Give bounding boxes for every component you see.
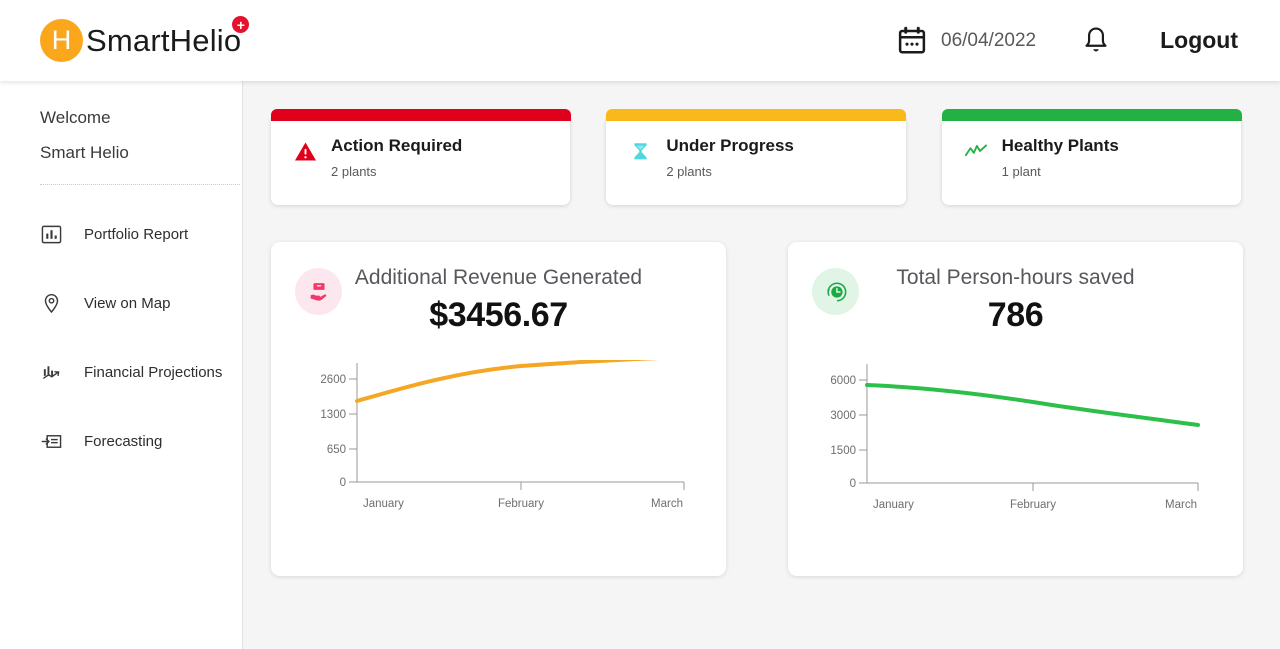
metric-title: Additional Revenue Generated (354, 266, 643, 289)
sidebar-divider (40, 184, 240, 185)
chart-series-line (355, 355, 686, 403)
bell-icon[interactable] (1082, 26, 1110, 56)
sidebar-item-portfolio-report[interactable]: Portfolio Report (0, 211, 242, 257)
y-tick-label: 0 (850, 478, 856, 490)
x-tick-label: March (651, 498, 683, 510)
revenue-line-chart: 2600 1300 650 0 January February March (271, 355, 726, 540)
bar-chart-icon (40, 223, 62, 245)
trend-line-icon (964, 139, 988, 163)
y-tick-label: 650 (327, 444, 346, 456)
x-tick-label: January (363, 498, 404, 510)
current-date: 06/04/2022 (941, 29, 1037, 51)
sidebar-item-label: Forecasting (84, 432, 163, 450)
sidebar-item-financial-projections[interactable]: Financial Projections (0, 349, 242, 395)
status-accent-bar (941, 109, 1242, 121)
sidebar-item-label: View on Map (84, 294, 171, 312)
date-display[interactable]: 06/04/2022 (897, 26, 1036, 56)
app-header: H SmartHelio + 06/04/2022 Logout (0, 0, 1280, 81)
brand-name: SmartHelio (86, 22, 242, 58)
y-tick-label: 1500 (830, 445, 856, 457)
metric-value: 786 (987, 296, 1044, 334)
status-card-healthy-plants[interactable]: Healthy Plants 1 plant (941, 109, 1242, 205)
metric-card-person-hours-saved: Total Person-hours saved 786 6000 3000 1… (788, 242, 1243, 576)
person-hours-line-chart: 6000 3000 1500 0 January February March (788, 360, 1243, 540)
metric-value: $3456.67 (429, 296, 568, 334)
x-tick-label: March (1165, 499, 1197, 511)
status-card-action-required[interactable]: Action Required 2 plants (271, 109, 571, 205)
status-count: 2 plants (666, 163, 712, 179)
brand-logo[interactable]: H SmartHelio + (40, 16, 250, 62)
x-tick-label: February (1010, 499, 1056, 511)
financial-chart-icon (40, 361, 62, 383)
sidebar-item-label: Financial Projections (84, 363, 223, 381)
swiss-cross-icon: + (232, 16, 250, 33)
status-title: Healthy Plants (1001, 136, 1119, 155)
metric-card-additional-revenue: Additional Revenue Generated $3456.67 26… (271, 242, 726, 576)
y-tick-label: 3000 (830, 410, 856, 422)
y-tick-label: 0 (340, 477, 346, 489)
brand-initial-badge: H (40, 19, 83, 62)
status-title: Under Progress (666, 136, 794, 155)
welcome-label: Welcome (40, 108, 111, 127)
forecast-card-icon (40, 430, 62, 452)
sidebar-item-forecasting[interactable]: Forecasting (0, 418, 242, 464)
sidebar-nav: Portfolio Report View on Map Financial P… (0, 211, 242, 464)
header-actions: 06/04/2022 Logout (897, 26, 1238, 56)
status-count: 2 plants (331, 163, 377, 179)
welcome-block: Welcome Smart Helio (0, 81, 242, 161)
status-card-under-progress[interactable]: Under Progress 2 plants (606, 109, 907, 205)
x-tick-label: February (498, 498, 544, 510)
sidebar: Welcome Smart Helio Portfolio Report Vie… (0, 81, 243, 649)
status-accent-bar (606, 109, 907, 121)
hourglass-icon (628, 139, 652, 163)
account-name: Smart Helio (40, 143, 129, 162)
y-tick-label: 1300 (320, 409, 346, 421)
metric-title: Total Person-hours saved (896, 266, 1135, 289)
y-tick-label: 2600 (320, 374, 346, 386)
status-accent-bar (271, 109, 571, 121)
logout-button[interactable]: Logout (1160, 27, 1238, 54)
sidebar-item-view-on-map[interactable]: View on Map (0, 280, 242, 326)
chart-series-line (865, 383, 1200, 427)
y-tick-label: 6000 (830, 375, 856, 387)
status-card-row: Action Required 2 plants Under Progress … (243, 81, 1280, 205)
main-content: Action Required 2 plants Under Progress … (243, 81, 1280, 649)
map-pin-icon (40, 292, 62, 314)
warning-triangle-icon (293, 139, 317, 163)
metric-card-row: Additional Revenue Generated $3456.67 26… (243, 205, 1280, 576)
status-count: 1 plant (1001, 163, 1041, 179)
calendar-icon (897, 26, 927, 56)
sidebar-item-label: Portfolio Report (84, 225, 189, 243)
status-title: Action Required (331, 136, 463, 155)
x-tick-label: January (873, 499, 914, 511)
